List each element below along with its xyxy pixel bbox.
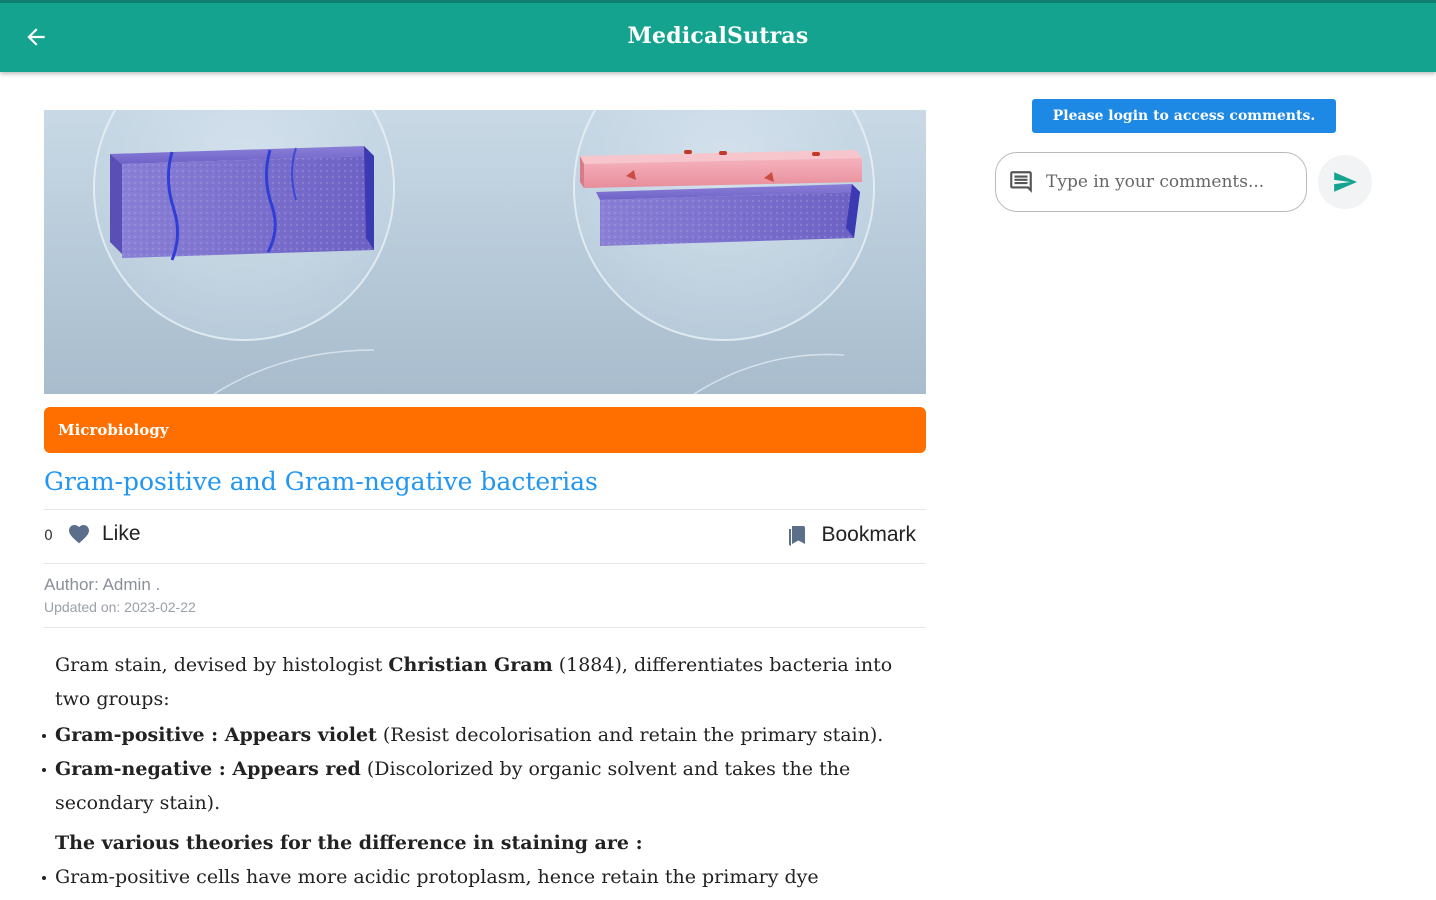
divider — [44, 509, 926, 510]
article-hero-image — [44, 110, 926, 394]
list-item-text: Gram-positive cells have more acidic pro… — [55, 866, 819, 888]
article-body: Gram stain, devised by histologist Chris… — [42, 648, 926, 894]
category-label: Microbiology — [58, 421, 169, 439]
article-actions: 0 Like Bookmark — [44, 518, 926, 554]
like-count: 0 — [44, 528, 53, 544]
list-item-bold: Gram-negative : Appears red — [55, 758, 361, 780]
bookmark-label: Bookmark — [821, 523, 916, 546]
login-to-comment-button[interactable]: Please login to access comments. — [1032, 99, 1336, 133]
comment-input[interactable] — [1046, 172, 1296, 192]
list-item-bold: Gram-positive : Appears violet — [55, 724, 377, 746]
category-tag[interactable]: Microbiology — [44, 407, 926, 453]
bookmark-icon — [789, 526, 806, 546]
article-updated-date: Updated on: 2023-02-22 — [44, 599, 196, 615]
divider — [44, 563, 926, 564]
list-item: Gram-positive : Appears violet (Resist d… — [42, 718, 926, 752]
intro-paragraph: Gram stain, devised by histologist Chris… — [44, 648, 926, 716]
bookmark-button[interactable]: Bookmark — [785, 522, 916, 548]
comment-input-box[interactable] — [995, 152, 1307, 212]
article-author: Author: Admin . — [44, 575, 161, 594]
list-item-text: (Resist decolorisation and retain the pr… — [376, 724, 884, 746]
article-title[interactable]: Gram-positive and Gram-negative bacteria… — [44, 464, 926, 500]
comment-icon — [1010, 171, 1032, 193]
list-item: Gram-negative : Appears red (Discolorize… — [42, 752, 926, 820]
list-item: Gram-positive cells have more acidic pro… — [42, 860, 926, 894]
divider — [44, 627, 926, 628]
app-bar: MedicalSutras — [0, 0, 1436, 72]
like-button[interactable]: Like — [66, 522, 141, 546]
app-title: MedicalSutras — [627, 23, 809, 49]
send-comment-button[interactable] — [1318, 155, 1372, 209]
send-icon — [1334, 172, 1357, 192]
intro-text: Gram stain, devised by histologist — [55, 654, 389, 676]
section-heading: The various theories for the difference … — [55, 832, 643, 854]
intro-highlight: Christian Gram — [388, 654, 553, 676]
heart-icon — [69, 525, 89, 544]
like-label: Like — [102, 522, 141, 545]
